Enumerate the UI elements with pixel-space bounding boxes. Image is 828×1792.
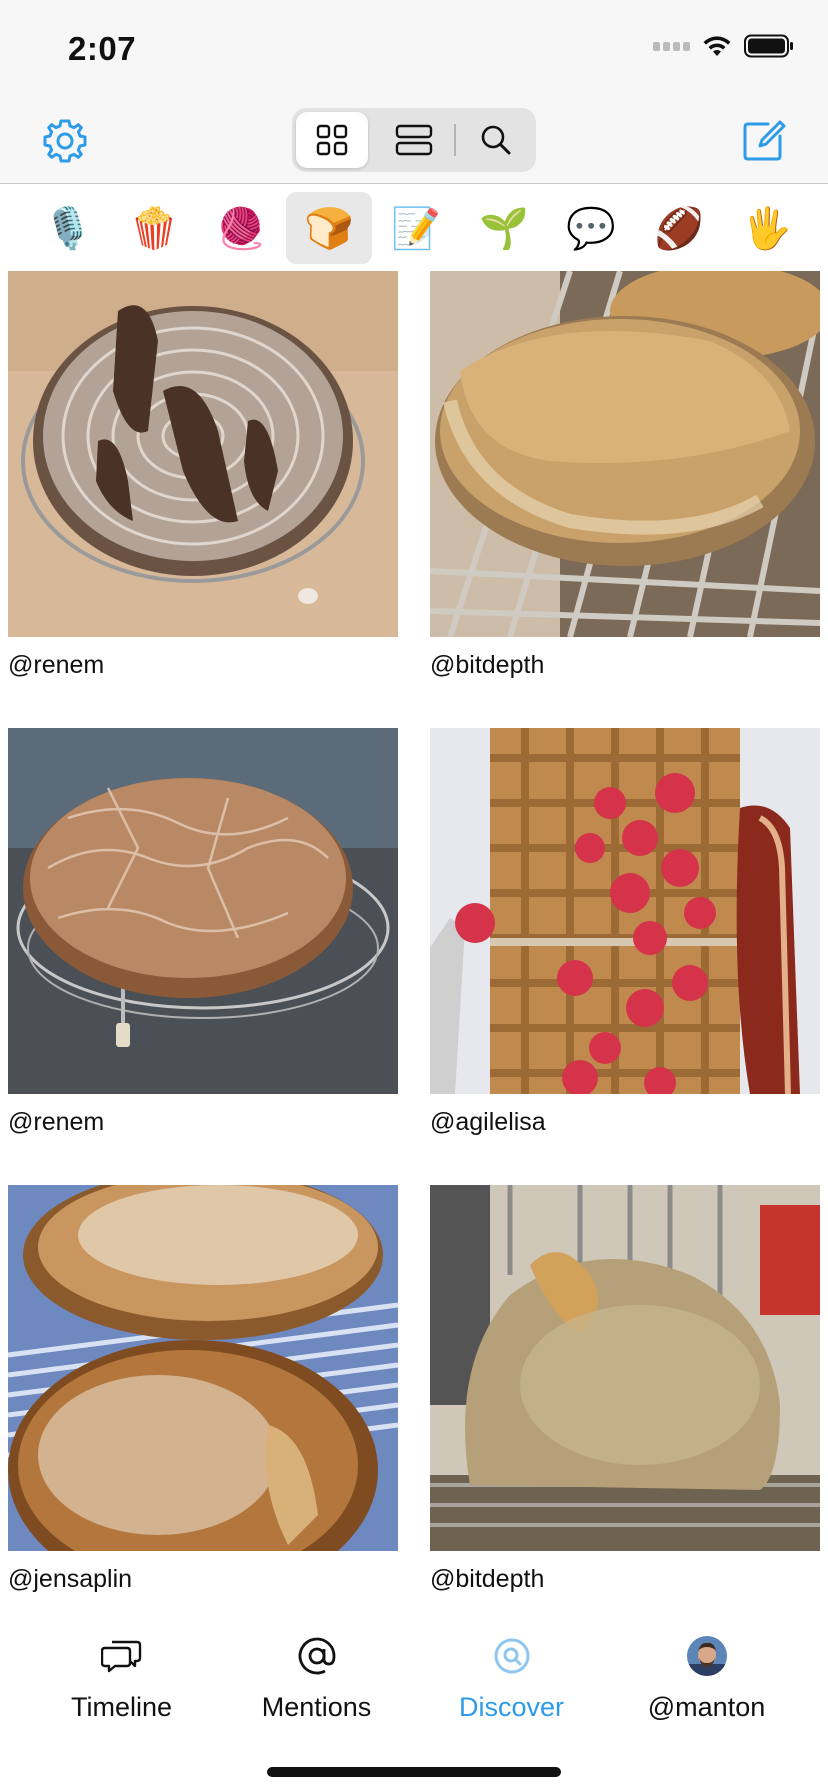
category-knitting[interactable]: 🧶 — [198, 192, 284, 264]
toolbar — [0, 100, 828, 184]
post-username[interactable]: @renem — [8, 1108, 398, 1137]
at-icon — [295, 1634, 339, 1678]
post-username[interactable]: @renem — [8, 651, 398, 680]
tab-label: Mentions — [261, 1692, 372, 1722]
compose-button[interactable] — [738, 116, 788, 166]
post-tile[interactable]: @bitdepth — [430, 1185, 820, 1594]
post-tile[interactable]: @renem — [8, 271, 398, 680]
post-photo[interactable] — [8, 728, 398, 1094]
segment-divider — [454, 124, 456, 156]
post-username[interactable]: @jensaplin — [8, 1565, 398, 1594]
category-hello[interactable]: 🖐️ — [724, 192, 810, 264]
tab-label: @manton — [647, 1692, 766, 1722]
post-photo[interactable] — [8, 1185, 398, 1551]
tab-mentions[interactable]: Mentions — [213, 1634, 420, 1723]
post-photo[interactable] — [430, 1185, 820, 1551]
post-photo[interactable] — [8, 271, 398, 637]
view-mode-segmented-control — [292, 108, 536, 172]
home-indicator[interactable] — [267, 1767, 561, 1777]
compose-icon — [743, 120, 786, 161]
post-tile[interactable]: @jensaplin — [8, 1185, 398, 1594]
discover-icon — [490, 1634, 534, 1678]
list-icon — [395, 124, 433, 156]
tab-label: Discover — [458, 1692, 565, 1722]
battery-icon — [744, 34, 793, 58]
category-conversation[interactable]: 💬 — [548, 192, 634, 264]
grid-icon — [316, 124, 348, 156]
category-podcasts[interactable]: 🎙️ — [25, 192, 111, 264]
category-bread[interactable]: 🍞 — [286, 192, 372, 264]
post-username[interactable]: @agilelisa — [430, 1108, 820, 1137]
settings-button[interactable] — [40, 116, 90, 166]
tab-label: Timeline — [70, 1692, 173, 1722]
post-photo[interactable] — [430, 728, 820, 1094]
tab-profile[interactable]: @manton — [603, 1634, 810, 1723]
search-button[interactable] — [460, 112, 532, 168]
profile-avatar — [685, 1634, 729, 1678]
timeline-icon — [100, 1634, 144, 1678]
tab-bar: Timeline Mentions Discover @manton — [0, 1610, 828, 1792]
post-username[interactable]: @bitdepth — [430, 651, 820, 680]
post-tile[interactable]: @agilelisa — [430, 728, 820, 1137]
category-bar: 🎙️ 🍿 🧶 🍞 📝 🌱 💬 🏈 🖐️ — [0, 185, 828, 270]
status-bar: 2:07 — [0, 0, 828, 100]
status-icons — [653, 34, 794, 58]
post-tile[interactable]: @bitdepth — [430, 271, 820, 680]
tab-discover[interactable]: Discover — [408, 1634, 615, 1723]
category-football[interactable]: 🏈 — [636, 192, 722, 264]
post-tile[interactable]: @renem — [8, 728, 398, 1137]
grid-view-button[interactable] — [296, 112, 368, 168]
tab-timeline[interactable]: Timeline — [18, 1634, 225, 1723]
category-movies[interactable]: 🍿 — [111, 192, 197, 264]
category-gardening[interactable]: 🌱 — [461, 192, 547, 264]
search-icon — [481, 125, 511, 155]
cellular-signal-icon — [653, 41, 690, 51]
post-photo[interactable] — [430, 271, 820, 637]
list-view-button[interactable] — [378, 112, 450, 168]
post-username[interactable]: @bitdepth — [430, 1565, 820, 1594]
gear-icon — [43, 119, 87, 163]
status-time: 2:07 — [68, 30, 137, 67]
wifi-icon — [703, 36, 731, 56]
category-writing[interactable]: 📝 — [373, 192, 459, 264]
